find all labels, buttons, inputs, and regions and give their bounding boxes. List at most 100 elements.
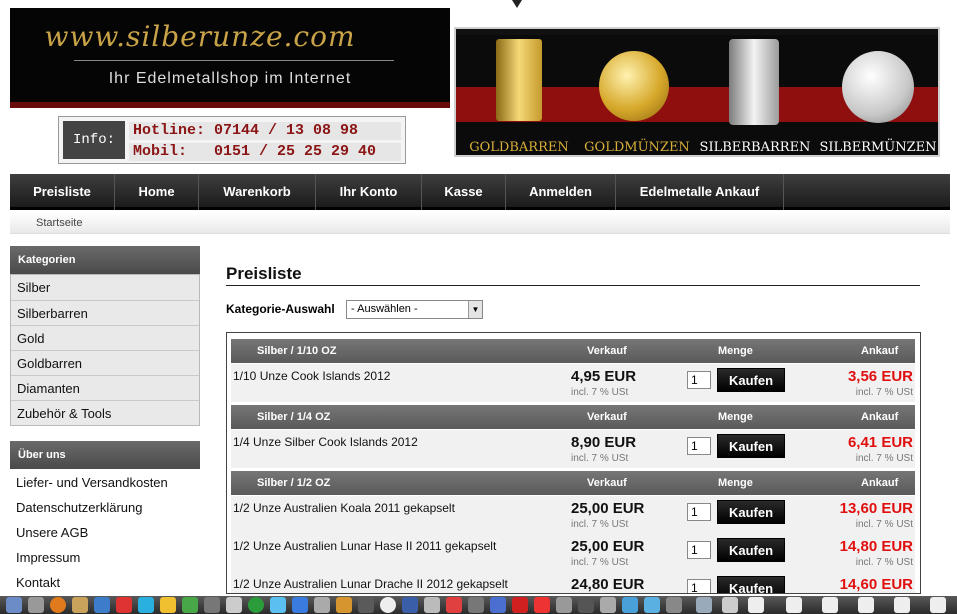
- product-verkauf-price: 25,00 EUR: [571, 500, 645, 517]
- site-logo[interactable]: www.silberunze.com Ihr Edelmetallshop im…: [10, 8, 450, 108]
- title-divider: [226, 285, 920, 286]
- app-icon[interactable]: [512, 597, 528, 613]
- banner-silbermuenzen[interactable]: SILBERMÜNZEN: [816, 29, 938, 155]
- app-icon[interactable]: [666, 597, 682, 613]
- col-menge: Menge: [718, 411, 753, 423]
- kaufen-button[interactable]: Kaufen: [717, 538, 785, 562]
- banner-silberbarren[interactable]: SILBERBARREN: [699, 29, 811, 155]
- finder-icon[interactable]: [6, 597, 22, 613]
- sidebar-item-zubehoer[interactable]: Zubehör & Tools: [11, 400, 199, 425]
- app-icon[interactable]: [490, 597, 506, 613]
- quantity-input[interactable]: 1: [687, 541, 711, 559]
- os-dock: [0, 596, 957, 614]
- quantity-input[interactable]: 1: [687, 371, 711, 389]
- price-table: Silber / 1/10 OZ Verkauf Menge Ankauf 1/…: [226, 332, 921, 594]
- system-app-icon[interactable]: [28, 597, 44, 613]
- product-name[interactable]: 1/10 Unze Cook Islands 2012: [233, 369, 390, 383]
- app-icon[interactable]: [314, 597, 330, 613]
- sidebar-item-agb[interactable]: Unsere AGB: [10, 520, 200, 545]
- category-name: Silber / 1/10 OZ: [257, 345, 337, 357]
- nav-ihr-konto[interactable]: Ihr Konto: [316, 174, 422, 210]
- product-name[interactable]: 1/2 Unze Australien Lunar Hase II 2011 g…: [233, 539, 496, 553]
- app-icon[interactable]: [138, 597, 154, 613]
- app-icon[interactable]: [556, 597, 572, 613]
- skype-icon[interactable]: [270, 597, 286, 613]
- nav-edelmetalle-ankauf[interactable]: Edelmetalle Ankauf: [616, 174, 784, 210]
- calendar-icon[interactable]: [446, 597, 462, 613]
- sidebar-item-gold[interactable]: Gold: [11, 325, 199, 350]
- document-icon[interactable]: [786, 597, 802, 613]
- product-name[interactable]: 1/2 Unze Australien Koala 2011 gekapselt: [233, 501, 455, 515]
- nav-home[interactable]: Home: [115, 174, 199, 210]
- quantity-input[interactable]: 1: [687, 503, 711, 521]
- app-icon[interactable]: [380, 597, 396, 613]
- product-name[interactable]: 1/4 Unze Silber Cook Islands 2012: [233, 435, 418, 449]
- col-verkauf: Verkauf: [587, 411, 627, 423]
- app-icon[interactable]: [358, 597, 374, 613]
- app-icon[interactable]: [622, 597, 638, 613]
- product-ankauf-price: 6,41 EUR: [847, 434, 913, 451]
- col-verkauf: Verkauf: [587, 477, 627, 489]
- app-icon[interactable]: [424, 597, 440, 613]
- app-icon[interactable]: [204, 597, 220, 613]
- kaufen-button[interactable]: Kaufen: [717, 368, 785, 392]
- kaufen-button[interactable]: Kaufen: [717, 576, 785, 593]
- kategorie-select[interactable]: - Auswählen - ▼: [346, 300, 483, 319]
- col-menge: Menge: [718, 477, 753, 489]
- kaufen-button[interactable]: Kaufen: [717, 500, 785, 524]
- firefox-icon[interactable]: [50, 597, 66, 613]
- sidebar-item-goldbarren[interactable]: Goldbarren: [11, 350, 199, 375]
- kategorie-label: Kategorie-Auswahl: [226, 302, 335, 316]
- app-icon[interactable]: [116, 597, 132, 613]
- nav-anmelden[interactable]: Anmelden: [506, 174, 616, 210]
- sidebar-item-impressum[interactable]: Impressum: [10, 545, 200, 570]
- product-ankauf-vat-note: incl. 7 % USt: [855, 557, 913, 568]
- document-icon[interactable]: [894, 597, 910, 613]
- nav-warenkorb[interactable]: Warenkorb: [199, 174, 316, 210]
- app-icon[interactable]: [94, 597, 110, 613]
- document-icon[interactable]: [858, 597, 874, 613]
- product-name[interactable]: 1/2 Unze Australien Lunar Drache II 2012…: [233, 577, 508, 591]
- product-ankauf-vat-note: incl. 7 % USt: [855, 387, 913, 398]
- app-icon[interactable]: [534, 597, 550, 613]
- category-header-row: Silber / 1/4 OZ Verkauf Menge Ankauf: [231, 405, 915, 429]
- logo-url-text: www.silberunze.com: [44, 20, 356, 53]
- nav-kasse[interactable]: Kasse: [422, 174, 506, 210]
- breadcrumb-startseite[interactable]: Startseite: [36, 217, 82, 229]
- app-icon[interactable]: [722, 597, 738, 613]
- quantity-input[interactable]: 1: [687, 437, 711, 455]
- app-icon[interactable]: [696, 597, 712, 613]
- app-icon[interactable]: [182, 597, 198, 613]
- nav-preisliste[interactable]: Preisliste: [10, 174, 115, 210]
- kaufen-button[interactable]: Kaufen: [717, 434, 785, 458]
- app-icon[interactable]: [644, 597, 660, 613]
- quantity-input[interactable]: 1: [687, 579, 711, 593]
- product-vat-note: incl. 7 % USt: [571, 519, 629, 530]
- banner-goldmuenzen[interactable]: GOLDMÜNZEN: [581, 29, 693, 155]
- app-icon[interactable]: [578, 597, 594, 613]
- sidebar-item-versandkosten[interactable]: Liefer- und Versandkosten: [10, 470, 200, 495]
- contact-info-box: Info: Hotline: 07144 / 13 08 98 Mobil: 0…: [58, 116, 406, 164]
- sidebar-item-kontakt[interactable]: Kontakt: [10, 570, 200, 595]
- trash-icon[interactable]: [930, 597, 946, 613]
- app-icon[interactable]: [226, 597, 242, 613]
- document-icon[interactable]: [822, 597, 838, 613]
- sidebar-item-silber[interactable]: Silber: [11, 275, 199, 300]
- app-icon[interactable]: [402, 597, 418, 613]
- document-icon[interactable]: [748, 597, 764, 613]
- app-icon[interactable]: [248, 597, 264, 613]
- product-row: 1/2 Unze Australien Lunar Hase II 2011 g…: [231, 534, 915, 572]
- app-icon[interactable]: [160, 597, 176, 613]
- sidebar-item-silberbarren[interactable]: Silberbarren: [11, 300, 199, 325]
- category-name: Silber / 1/4 OZ: [257, 411, 331, 423]
- sidebar-item-diamanten[interactable]: Diamanten: [11, 375, 199, 400]
- sidebar-item-datenschutz[interactable]: Datenschutzerklärung: [10, 495, 200, 520]
- app-icon[interactable]: [468, 597, 484, 613]
- app-icon[interactable]: [72, 597, 88, 613]
- app-icon[interactable]: [600, 597, 616, 613]
- category-name: Silber / 1/2 OZ: [257, 477, 331, 489]
- col-ankauf: Ankauf: [861, 477, 899, 489]
- app-store-icon[interactable]: [292, 597, 308, 613]
- banner-goldbarren[interactable]: GOLDBARREN: [464, 29, 574, 155]
- app-icon[interactable]: [336, 597, 352, 613]
